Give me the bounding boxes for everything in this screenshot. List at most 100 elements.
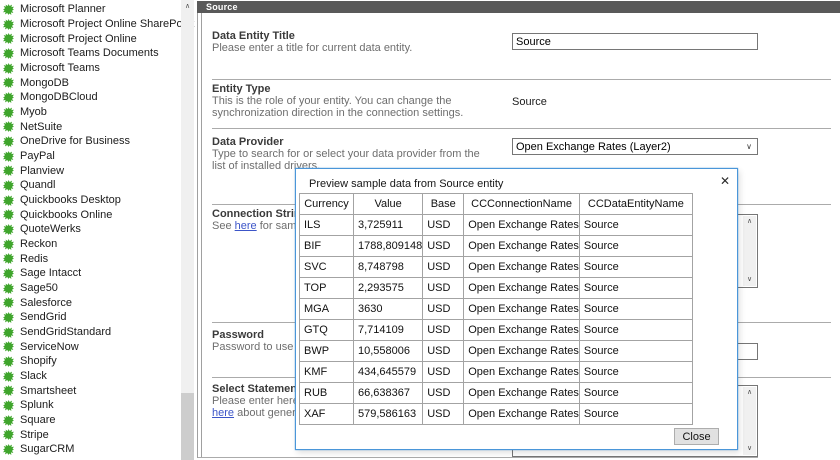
sidebar-item-planview[interactable]: Planview [0,163,181,178]
data-entity-title-input[interactable] [512,33,758,50]
table-row[interactable]: SVC8,748798USDOpen Exchange RatesSource [300,257,693,278]
password-label: Password [212,329,264,341]
close-button[interactable]: Close [674,428,719,445]
table-cell: Open Exchange Rates [464,299,580,320]
close-icon[interactable]: ✕ [720,174,730,188]
table-row[interactable]: GTQ7,714109USDOpen Exchange RatesSource [300,320,693,341]
sidebar-item-label: Quickbooks Desktop [20,194,121,206]
table-cell: Open Exchange Rates [464,383,580,404]
sidebar-scrollbar[interactable]: ∧ [181,0,194,460]
sidebar-item-servicenow[interactable]: ServiceNow [0,339,181,354]
sidebar-item-label: Quickbooks Online [20,209,112,221]
sidebar-item-quickbooks-desktop[interactable]: Quickbooks Desktop [0,193,181,208]
sidebar-item-label: Microsoft Project Online SharePoint [20,18,194,30]
sidebar-item-sugarcrm[interactable]: SugarCRM [0,442,181,457]
sidebar-item-label: SendGridStandard [20,326,111,338]
data-entity-title-label: Data Entity Title [212,30,295,42]
table-cell: USD [423,257,464,278]
sidebar-item-netsuite[interactable]: NetSuite [0,119,181,134]
table-row[interactable]: KMF434,645579USDOpen Exchange RatesSourc… [300,362,693,383]
table-cell: USD [423,383,464,404]
section-divider [212,128,831,129]
data-provider-dropdown[interactable]: Open Exchange Rates (Layer2) ∨ [512,138,758,155]
sidebar-item-stripe[interactable]: Stripe [0,427,181,442]
table-row[interactable]: TOP2,293575USDOpen Exchange RatesSource [300,278,693,299]
sidebar-item-myob[interactable]: Myob [0,105,181,120]
connector-icon [3,209,14,220]
connection-string-help-link[interactable]: here [235,220,257,232]
table-cell: USD [423,299,464,320]
connector-icon [3,107,14,118]
table-cell: 434,645579 [354,362,423,383]
data-provider-desc-line1: Type to search for or select your data p… [212,148,480,160]
panel-border-bottom [198,457,758,458]
scroll-up-icon[interactable]: ∧ [181,0,194,14]
sidebar-item-redis[interactable]: Redis [0,251,181,266]
connector-icon [3,268,14,279]
sidebar-item-reckon[interactable]: Reckon [0,237,181,252]
table-cell: Source [579,362,692,383]
table-cell: BIF [300,236,354,257]
scroll-down-icon[interactable]: ∨ [747,443,752,455]
table-row[interactable]: RUB66,638367USDOpen Exchange RatesSource [300,383,693,404]
sidebar-item-paypal[interactable]: PayPal [0,149,181,164]
sidebar-item-microsoft-project-online-sharepoint[interactable]: Microsoft Project Online SharePoint [0,17,181,32]
sidebar-item-microsoft-teams-documents[interactable]: Microsoft Teams Documents [0,46,181,61]
select-statement-scrollbar[interactable]: ∧ ∨ [743,387,756,455]
sidebar-item-mongodbcloud[interactable]: MongoDBCloud [0,90,181,105]
sidebar-item-mongodb[interactable]: MongoDB [0,75,181,90]
sidebar-item-label: Smartsheet [20,385,76,397]
connector-icon [3,19,14,30]
sidebar-item-quandl[interactable]: Quandl [0,178,181,193]
sidebar-item-shopify[interactable]: Shopify [0,354,181,369]
sidebar-item-microsoft-teams[interactable]: Microsoft Teams [0,61,181,76]
scroll-up-icon[interactable]: ∧ [747,216,752,228]
sidebar-item-slack[interactable]: Slack [0,369,181,384]
connection-string-scrollbar[interactable]: ∧ ∨ [743,216,756,286]
sidebar-item-sendgrid[interactable]: SendGrid [0,310,181,325]
connector-icon [3,92,14,103]
select-statement-label: Select Statement [212,383,301,395]
sidebar-item-label: ServiceNow [20,341,79,353]
sidebar-item-quotewerks[interactable]: QuoteWerks [0,222,181,237]
entity-type-desc-line1: This is the role of your entity. You can… [212,95,452,107]
table-row[interactable]: ILS3,725911USDOpen Exchange RatesSource [300,215,693,236]
sidebar-item-label: Myob [20,106,47,118]
sidebar-item-sage50[interactable]: Sage50 [0,281,181,296]
sidebar-item-square[interactable]: Square [0,413,181,428]
table-cell: Open Exchange Rates [464,236,580,257]
connector-icon [3,400,14,411]
scroll-up-icon[interactable]: ∧ [747,387,752,399]
column-header: Base [423,194,464,215]
sidebar-item-smartsheet[interactable]: Smartsheet [0,383,181,398]
sidebar-item-quickbooks-online[interactable]: Quickbooks Online [0,207,181,222]
connector-icon [3,48,14,59]
sidebar-scrollbar-thumb[interactable] [181,393,194,460]
sidebar-item-sage-intacct[interactable]: Sage Intacct [0,266,181,281]
select-statement-help-link[interactable]: here [212,407,234,419]
table-row[interactable]: BWP10,558006USDOpen Exchange RatesSource [300,341,693,362]
sidebar-item-microsoft-project-online[interactable]: Microsoft Project Online [0,31,181,46]
connector-icon [3,33,14,44]
connector-icon [3,356,14,367]
table-row[interactable]: XAF579,586163USDOpen Exchange RatesSourc… [300,404,693,425]
table-cell: USD [423,320,464,341]
table-cell: USD [423,362,464,383]
scroll-down-icon[interactable]: ∨ [747,274,752,286]
preview-dialog: Preview sample data from Source entity ✕… [295,168,738,450]
table-cell: 8,748798 [354,257,423,278]
table-row[interactable]: MGA3630USDOpen Exchange RatesSource [300,299,693,320]
sidebar-item-salesforce[interactable]: Salesforce [0,295,181,310]
sidebar-item-label: Microsoft Planner [20,3,106,15]
table-cell: Open Exchange Rates [464,257,580,278]
sidebar-item-splunk[interactable]: Splunk [0,398,181,413]
table-cell: Source [579,341,692,362]
preview-table: CurrencyValueBaseCCConnectionNameCCDataE… [299,193,693,425]
sidebar-item-microsoft-planner[interactable]: Microsoft Planner [0,2,181,17]
sidebar-item-label: SendGrid [20,311,66,323]
table-cell: MGA [300,299,354,320]
sidebar-item-sendgridstandard[interactable]: SendGridStandard [0,325,181,340]
sidebar-item-onedrive-for-business[interactable]: OneDrive for Business [0,134,181,149]
table-row[interactable]: BIF1788,809148USDOpen Exchange RatesSour… [300,236,693,257]
connector-icon [3,415,14,426]
